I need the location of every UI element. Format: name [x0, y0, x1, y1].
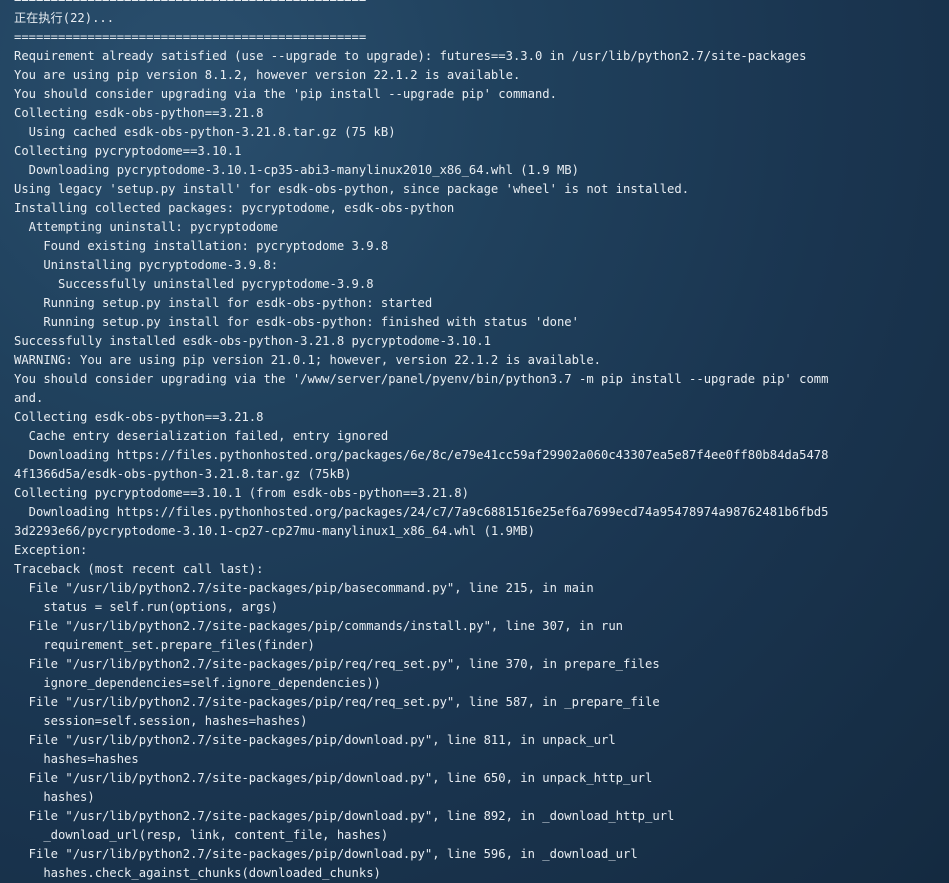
terminal-line: 正在执行(22)... — [14, 11, 115, 25]
terminal-line: Using cached esdk-obs-python-3.21.8.tar.… — [14, 125, 396, 139]
terminal-line: File "/usr/lib/python2.7/site-packages/p… — [14, 581, 594, 595]
terminal-line: _download_url(resp, link, content_file, … — [14, 828, 389, 842]
terminal-window[interactable]: ========================================… — [0, 0, 949, 883]
terminal-line: Successfully uninstalled pycryptodome-3.… — [14, 277, 374, 291]
terminal-line: Running setup.py install for esdk-obs-py… — [14, 315, 579, 329]
terminal-line: Attempting uninstall: pycryptodome — [14, 220, 279, 234]
terminal-line: Successfully installed esdk-obs-python-3… — [14, 334, 491, 348]
terminal-line: 4f1366d5a/esdk-obs-python-3.21.8.tar.gz … — [14, 467, 352, 481]
terminal-output: ========================================… — [14, 0, 944, 883]
terminal-line: Uninstalling pycryptodome-3.9.8: — [14, 258, 279, 272]
terminal-line: Collecting pycryptodome==3.10.1 — [14, 144, 242, 158]
terminal-line: hashes) — [14, 790, 95, 804]
terminal-line: Cache entry deserialization failed, entr… — [14, 429, 389, 443]
terminal-line: File "/usr/lib/python2.7/site-packages/p… — [14, 619, 624, 633]
terminal-line: hashes.check_against_chunks(downloaded_c… — [14, 866, 381, 880]
terminal-line: Collecting pycryptodome==3.10.1 (from es… — [14, 486, 469, 500]
terminal-line: Requirement already satisfied (use --upg… — [14, 49, 807, 63]
terminal-line: requirement_set.prepare_files(finder) — [14, 638, 315, 652]
terminal-line: File "/usr/lib/python2.7/site-packages/p… — [14, 771, 653, 785]
terminal-line: 3d2293e66/pycryptodome-3.10.1-cp27-cp27m… — [14, 524, 535, 538]
terminal-line: File "/usr/lib/python2.7/site-packages/p… — [14, 733, 616, 747]
terminal-line: Traceback (most recent call last): — [14, 562, 264, 576]
terminal-line: WARNING: You are using pip version 21.0.… — [14, 353, 601, 367]
terminal-line: and. — [14, 391, 44, 405]
terminal-line: Downloading https://files.pythonhosted.o… — [14, 505, 829, 519]
terminal-line: Installing collected packages: pycryptod… — [14, 201, 455, 215]
terminal-line: ignore_dependencies=self.ignore_dependen… — [14, 676, 381, 690]
terminal-line: Downloading https://files.pythonhosted.o… — [14, 448, 829, 462]
terminal-line: Collecting esdk-obs-python==3.21.8 — [14, 410, 264, 424]
terminal-line: Collecting esdk-obs-python==3.21.8 — [14, 106, 264, 120]
terminal-line: status = self.run(options, args) — [14, 600, 279, 614]
terminal-line: You should consider upgrading via the 'p… — [14, 87, 557, 101]
terminal-line: session=self.session, hashes=hashes) — [14, 714, 308, 728]
terminal-line: Running setup.py install for esdk-obs-py… — [14, 296, 433, 310]
terminal-line: File "/usr/lib/python2.7/site-packages/p… — [14, 847, 638, 861]
terminal-line: You should consider upgrading via the '/… — [14, 372, 829, 386]
terminal-line: Downloading pycryptodome-3.10.1-cp35-abi… — [14, 163, 579, 177]
terminal-line: File "/usr/lib/python2.7/site-packages/p… — [14, 657, 660, 671]
terminal-line: Using legacy 'setup.py install' for esdk… — [14, 182, 690, 196]
terminal-line: ========================================… — [14, 0, 944, 9]
terminal-line: You are using pip version 8.1.2, however… — [14, 68, 521, 82]
terminal-line: ========================================… — [14, 30, 367, 44]
terminal-line: hashes=hashes — [14, 752, 139, 766]
terminal-line: Found existing installation: pycryptodom… — [14, 239, 389, 253]
terminal-line: File "/usr/lib/python2.7/site-packages/p… — [14, 809, 675, 823]
terminal-line: Exception: — [14, 543, 88, 557]
terminal-line: File "/usr/lib/python2.7/site-packages/p… — [14, 695, 660, 709]
